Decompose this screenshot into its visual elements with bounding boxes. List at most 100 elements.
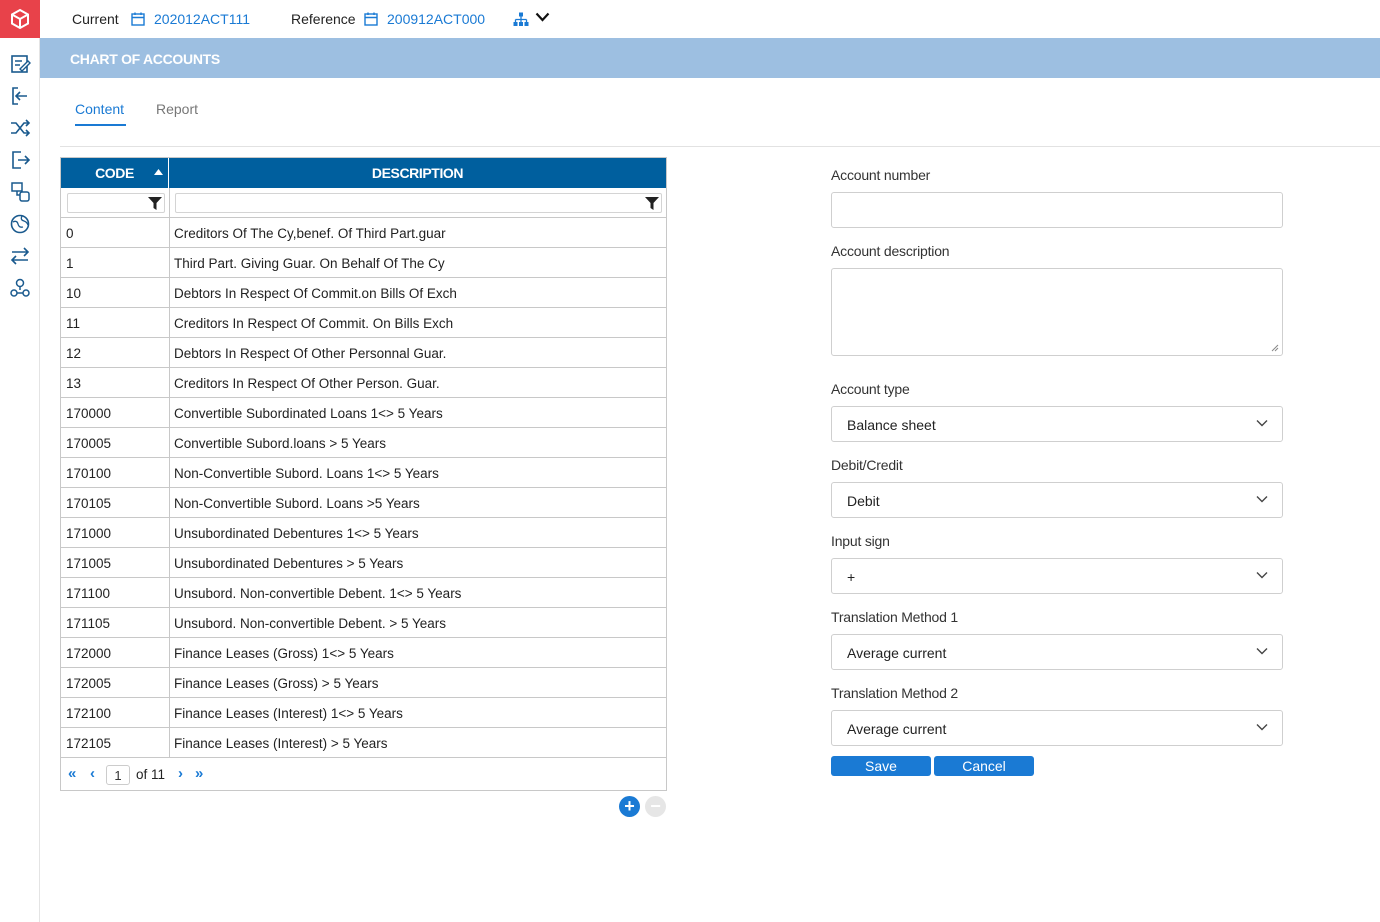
export-icon[interactable]: [8, 148, 32, 172]
table-row[interactable]: 170005 Convertible Subord.loans > 5 Years: [61, 428, 666, 458]
cell-description: Convertible Subordinated Loans 1<> 5 Yea…: [174, 406, 443, 421]
column-divider: [169, 278, 170, 308]
account-number-input[interactable]: [831, 192, 1283, 228]
cell-code: 12: [66, 346, 82, 361]
table-row[interactable]: 171105 Unsubord. Non-convertible Debent. …: [61, 608, 666, 638]
cube-logo-icon: [11, 8, 29, 30]
description-filter-input[interactable]: [175, 193, 662, 213]
table-row[interactable]: 12 Debtors In Respect Of Other Personnal …: [61, 338, 666, 368]
table-row[interactable]: 172100 Finance Leases (Interest) 1<> 5 Ye…: [61, 698, 666, 728]
cell-code: 0: [66, 226, 74, 241]
cell-description: Unsubord. Non-convertible Debent. 1<> 5 …: [174, 586, 462, 601]
filter-icon[interactable]: [645, 197, 659, 210]
filter-icon[interactable]: [148, 197, 162, 210]
cell-code: 11: [66, 316, 81, 331]
last-page-icon[interactable]: »: [195, 766, 203, 781]
translation-method-2-value: Average current: [847, 721, 947, 737]
cell-description: Debtors In Respect Of Commit.on Bills Of…: [174, 286, 457, 301]
cell-code: 172000: [66, 646, 112, 661]
next-page-icon[interactable]: ›: [178, 766, 183, 781]
translation-method-2-select[interactable]: Average current: [831, 710, 1283, 746]
shuffle-icon[interactable]: [8, 116, 32, 140]
sort-ascending-icon[interactable]: [154, 169, 163, 175]
table-row[interactable]: 172000 Finance Leases (Gross) 1<> 5 Years: [61, 638, 666, 668]
cell-description: Creditors Of The Cy,benef. Of Third Part…: [174, 226, 446, 241]
account-number-label: Account number: [831, 167, 931, 183]
reference-scenario-link[interactable]: 200912ACT000: [387, 11, 485, 27]
table-row[interactable]: 13 Creditors In Respect Of Other Person. …: [61, 368, 666, 398]
table-row[interactable]: 170100 Non-Convertible Subord. Loans 1<> …: [61, 458, 666, 488]
chevron-down-icon: [1256, 496, 1268, 503]
add-row-button[interactable]: +: [619, 796, 640, 817]
table-row[interactable]: 1 Third Part. Giving Guar. On Behalf Of T…: [61, 248, 666, 278]
edit-sheet-icon[interactable]: [8, 52, 32, 76]
cell-description: Unsubordinated Debentures > 5 Years: [174, 556, 404, 571]
account-type-label: Account type: [831, 381, 910, 397]
table-row[interactable]: 10 Debtors In Respect Of Commit.on Bills …: [61, 278, 666, 308]
table-row[interactable]: 170105 Non-Convertible Subord. Loans >5 Y…: [61, 488, 666, 518]
hierarchy-icon[interactable]: [513, 12, 529, 27]
column-divider: [169, 638, 170, 668]
table-row[interactable]: 172105 Finance Leases (Interest) > 5 Year…: [61, 728, 666, 758]
grid-header: CODE DESCRIPTION: [61, 158, 666, 188]
column-divider: [169, 578, 170, 608]
account-description-textarea[interactable]: [831, 268, 1283, 356]
account-type-select[interactable]: Balance sheet: [831, 406, 1283, 442]
cell-code: 172005: [66, 676, 112, 691]
code-filter-input[interactable]: [67, 193, 165, 213]
copy-database-icon[interactable]: [8, 180, 32, 204]
table-row[interactable]: 0 Creditors Of The Cy,benef. Of Third Par…: [61, 218, 666, 248]
cell-description: Non-Convertible Subord. Loans 1<> 5 Year…: [174, 466, 439, 481]
cancel-button[interactable]: Cancel: [934, 756, 1034, 776]
translation-method-1-select[interactable]: Average current: [831, 634, 1283, 670]
filter-row: [61, 188, 666, 218]
app-logo[interactable]: [0, 0, 40, 38]
cell-description: Convertible Subord.loans > 5 Years: [174, 436, 387, 451]
current-scenario-link[interactable]: 202012ACT111: [154, 11, 250, 27]
resize-handle-icon[interactable]: [1271, 344, 1279, 352]
calendar-icon[interactable]: [131, 12, 145, 26]
column-divider: [169, 218, 170, 248]
previous-page-icon[interactable]: ‹: [90, 766, 95, 781]
table-row[interactable]: 11 Creditors In Respect Of Commit. On Bil…: [61, 308, 666, 338]
table-row[interactable]: 171100 Unsubord. Non-convertible Debent. …: [61, 578, 666, 608]
save-button[interactable]: Save: [831, 756, 931, 776]
network-user-icon[interactable]: [8, 276, 32, 300]
table-row[interactable]: 171000 Unsubordinated Debentures 1<> 5 Ye…: [61, 518, 666, 548]
transfer-icon[interactable]: [8, 244, 32, 268]
calendar-icon[interactable]: [364, 12, 378, 26]
cell-code: 13: [66, 376, 82, 391]
import-icon[interactable]: [8, 84, 32, 108]
grid-body: 0 Creditors Of The Cy,benef. Of Third Par…: [61, 218, 666, 758]
table-row[interactable]: 172005 Finance Leases (Gross) > 5 Years: [61, 668, 666, 698]
column-divider: [169, 608, 170, 638]
page-count: of 11: [136, 767, 166, 782]
cell-code: 172105: [66, 736, 112, 751]
cell-description: Debtors In Respect Of Other Personnal Gu…: [174, 346, 447, 361]
current-label: Current: [72, 11, 119, 27]
table-row[interactable]: 171005 Unsubordinated Debentures > 5 Year…: [61, 548, 666, 578]
first-page-icon[interactable]: «: [68, 766, 76, 781]
translation-method-2-label: Translation Method 2: [831, 685, 958, 701]
reference-label: Reference: [291, 11, 356, 27]
column-header-code[interactable]: CODE: [61, 158, 169, 188]
input-sign-select[interactable]: +: [831, 558, 1283, 594]
column-divider: [169, 488, 170, 518]
page-number-input[interactable]: 1: [106, 765, 130, 785]
cell-description: Finance Leases (Gross) 1<> 5 Years: [174, 646, 394, 661]
column-divider: [169, 458, 170, 488]
globe-icon[interactable]: [8, 212, 32, 236]
remove-row-button[interactable]: −: [645, 796, 666, 817]
tab-content[interactable]: Content: [75, 101, 124, 117]
column-divider: [169, 668, 170, 698]
translation-method-1-label: Translation Method 1: [831, 609, 958, 625]
top-bar: Current 202012ACT111 Reference 200912ACT…: [40, 0, 1380, 38]
column-header-description[interactable]: DESCRIPTION: [169, 158, 666, 188]
cell-code: 171005: [66, 556, 112, 571]
table-row[interactable]: 170000 Convertible Subordinated Loans 1<>…: [61, 398, 666, 428]
tab-report[interactable]: Report: [156, 101, 198, 117]
debit-credit-select[interactable]: Debit: [831, 482, 1283, 518]
cell-code: 170000: [66, 406, 112, 421]
chevron-down-icon[interactable]: [535, 12, 550, 22]
debit-credit-label: Debit/Credit: [831, 457, 903, 473]
